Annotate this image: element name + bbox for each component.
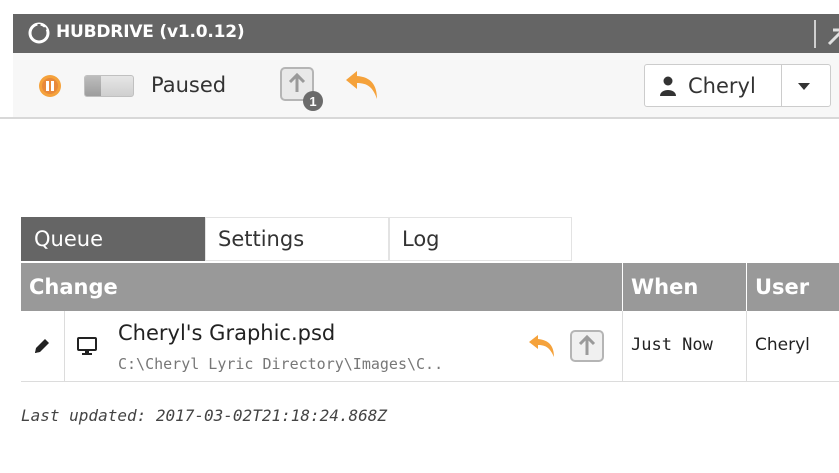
upload-icon[interactable]: 1 (279, 66, 331, 114)
table-row[interactable]: Cheryl's Graphic.psd C:\Cheryl Lyric Dir… (21, 311, 839, 382)
title-bar: HUBDRIVE (v1.0.12) (13, 14, 839, 53)
user-cell: Cheryl (747, 311, 839, 381)
edit-cell (21, 311, 65, 381)
sync-status: Paused (151, 73, 227, 97)
hubdrive-logo-icon (28, 22, 50, 44)
tab-settings[interactable]: Settings (205, 217, 389, 261)
file-path: C:\Cheryl Lyric Directory\Images\C.. (118, 355, 444, 373)
upload-icon[interactable] (569, 329, 605, 363)
app-title: HUBDRIVE (v1.0.12) (56, 22, 245, 42)
monitor-icon (77, 337, 97, 355)
last-updated-text: Last updated: 2017-03-02T21:18:24.868Z (21, 406, 388, 425)
toolbar: Paused 1 Cheryl (13, 53, 839, 119)
column-change: Change (21, 263, 623, 311)
sync-toggle[interactable] (84, 75, 134, 97)
undo-icon[interactable] (343, 65, 383, 105)
toggle-knob (85, 76, 101, 96)
chevron-down-icon[interactable] (798, 83, 810, 90)
tab-log[interactable]: Log (389, 217, 572, 261)
upload-badge: 1 (309, 94, 316, 109)
pencil-icon[interactable] (33, 337, 51, 355)
titlebar-divider (814, 20, 816, 48)
table-header: Change When User (21, 263, 839, 311)
user-selector[interactable]: Cheryl (644, 64, 831, 107)
when-cell: Just Now (623, 311, 747, 381)
user-selector-divider (781, 65, 782, 106)
user-name: Cheryl (688, 74, 756, 98)
toolbar-border (0, 117, 839, 119)
file-name: Cheryl's Graphic.psd (118, 321, 336, 345)
person-icon (660, 76, 676, 96)
change-user: Cheryl (755, 335, 810, 355)
pause-icon[interactable] (38, 74, 62, 98)
column-when: When (623, 263, 747, 311)
expand-icon[interactable] (821, 20, 839, 50)
change-time: Just Now (631, 335, 713, 355)
tab-queue[interactable]: Queue (21, 217, 205, 261)
undo-icon[interactable] (527, 331, 557, 361)
column-user: User (755, 275, 810, 299)
change-cell: Cheryl's Graphic.psd C:\Cheryl Lyric Dir… (65, 311, 623, 381)
